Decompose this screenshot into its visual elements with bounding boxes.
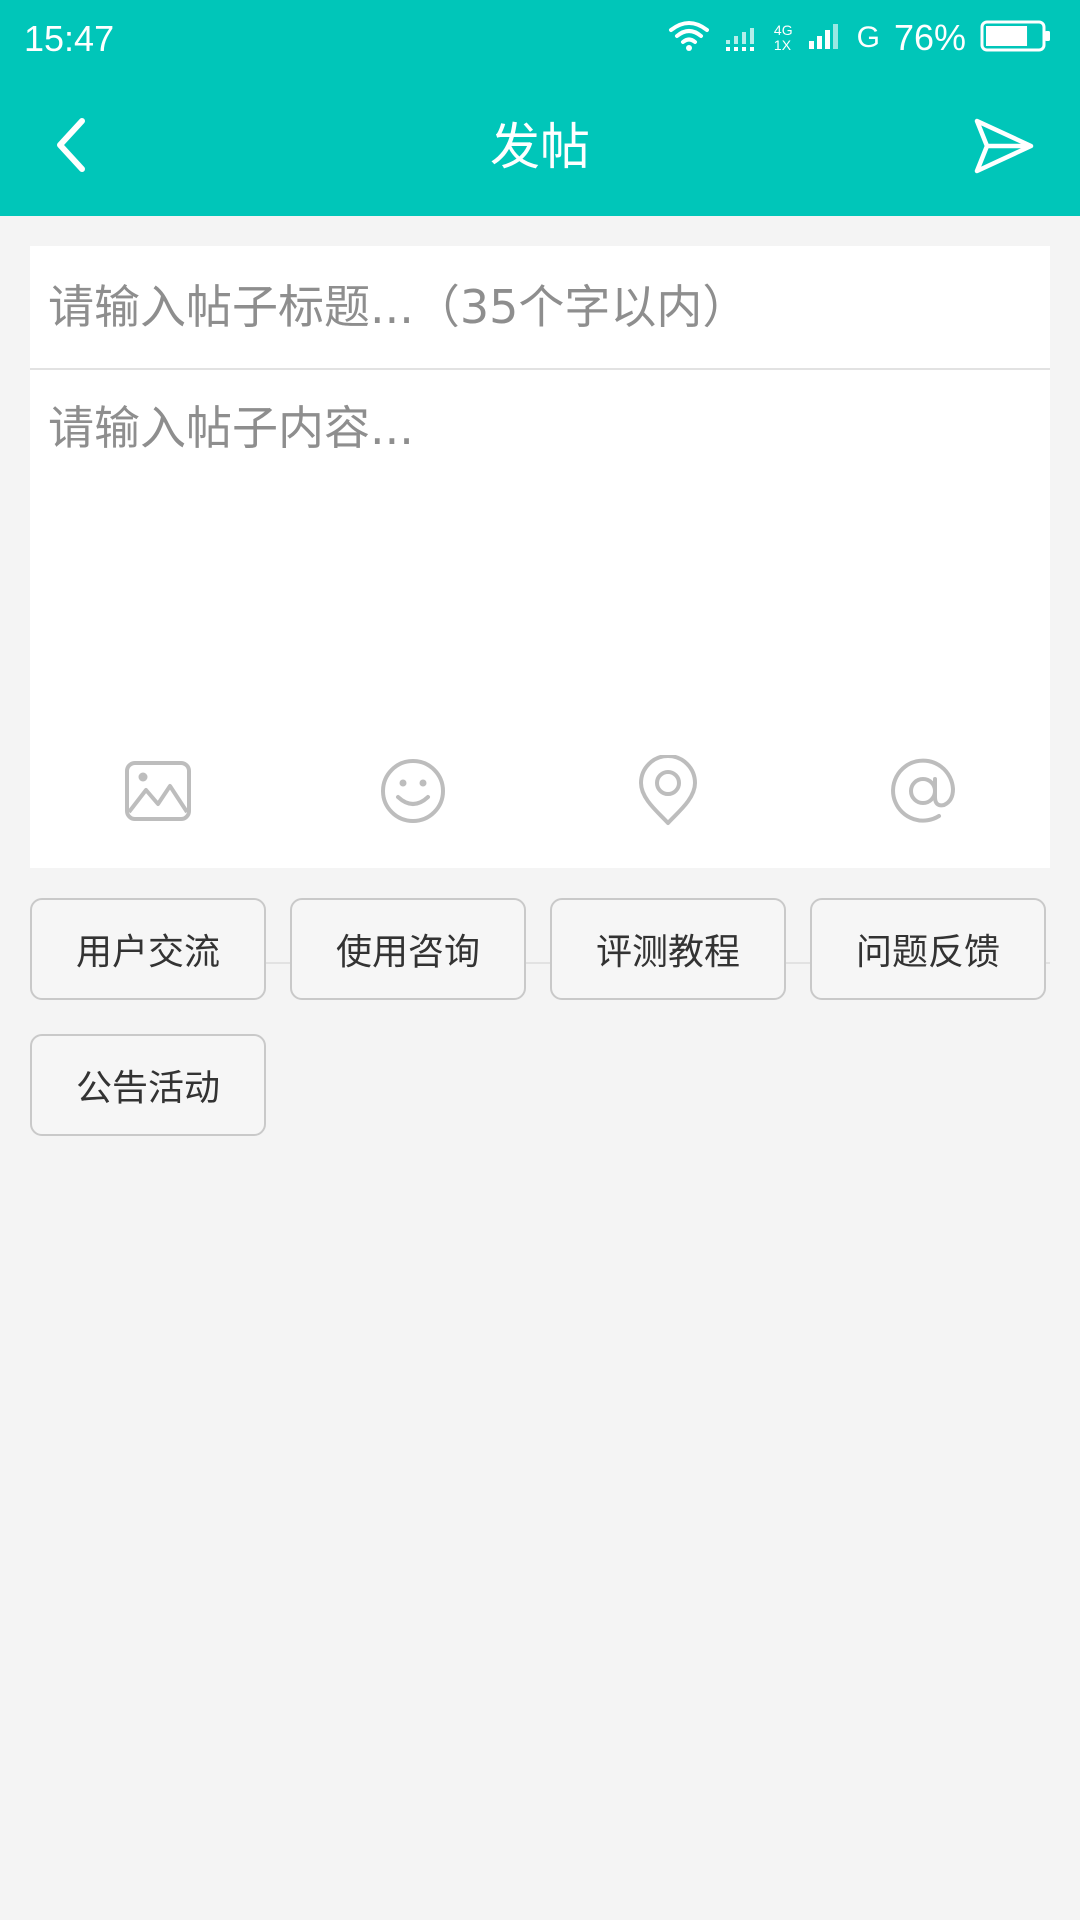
post-content-input[interactable] <box>30 370 1050 964</box>
wifi-icon <box>668 20 710 56</box>
signal-bars-icon <box>807 21 843 55</box>
app-bar: 发帖 <box>0 78 1080 216</box>
send-icon <box>973 117 1035 179</box>
location-icon <box>637 754 699 831</box>
insert-emoji-button[interactable] <box>285 718 540 868</box>
signal-dots-icon <box>724 20 760 56</box>
category-tag-announcement[interactable]: 公告活动 <box>30 1034 266 1136</box>
network-type-label: 4G 1X <box>774 23 793 53</box>
status-indicators: 4G 1X G 76% <box>654 16 1052 60</box>
status-time: 15:47 <box>24 18 115 59</box>
emoji-icon <box>379 757 447 829</box>
category-tag-feedback[interactable]: 问题反馈 <box>810 898 1046 1000</box>
at-icon <box>889 757 957 829</box>
send-button[interactable] <box>964 108 1044 188</box>
category-tag-user-exchange[interactable]: 用户交流 <box>30 898 266 1000</box>
insert-location-button[interactable] <box>540 718 795 868</box>
category-tag-usage-consult[interactable]: 使用咨询 <box>290 898 526 1000</box>
battery-percent: 76% <box>893 17 966 58</box>
editor-toolbar <box>30 718 1050 868</box>
network-4g-label: 4G <box>773 22 793 38</box>
network-g-label: G <box>856 21 880 54</box>
mention-user-button[interactable] <box>795 718 1050 868</box>
network-1x-label: 1X <box>773 37 792 53</box>
image-icon <box>124 760 192 826</box>
status-bar: 15:47 4G 1X G 76% <box>0 0 1080 78</box>
page-title: 发帖 <box>490 118 590 176</box>
category-tag-review-tutorial[interactable]: 评测教程 <box>550 898 786 1000</box>
post-title-input[interactable] <box>30 246 1050 370</box>
battery-icon <box>980 19 1052 57</box>
insert-image-button[interactable] <box>30 718 285 868</box>
